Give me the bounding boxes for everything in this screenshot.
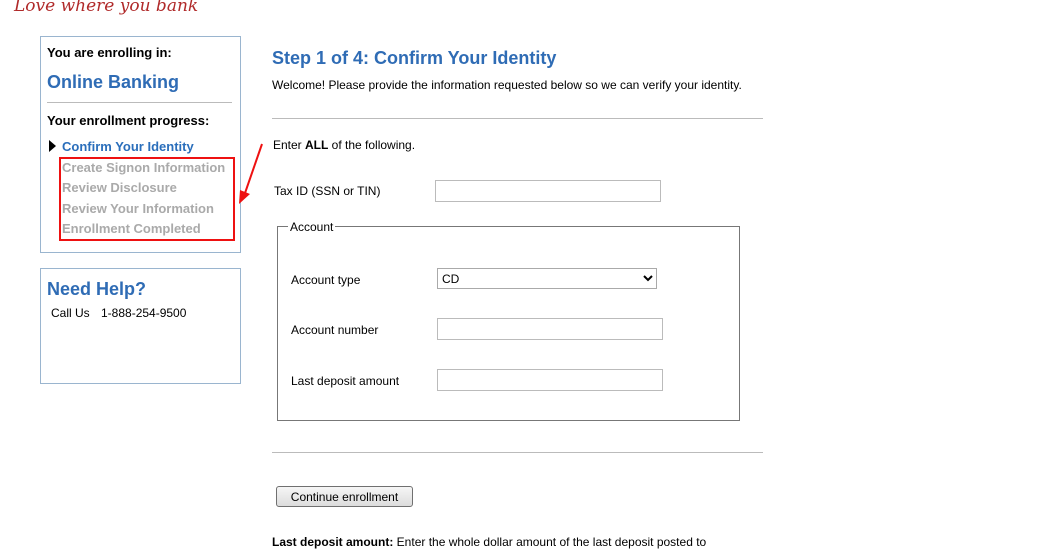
instruction-text: Enter ALL of the following.: [273, 138, 415, 152]
continue-enrollment-button[interactable]: Continue enrollment: [276, 486, 413, 507]
tax-id-label: Tax ID (SSN or TIN): [274, 184, 381, 198]
footnote-text: Enter the whole dollar amount of the las…: [393, 535, 707, 549]
divider: [272, 452, 763, 453]
intro-text: Welcome! Please provide the information …: [272, 78, 742, 92]
tax-id-input[interactable]: [435, 180, 661, 202]
footnote-bold: Last deposit amount:: [272, 535, 394, 549]
last-deposit-input[interactable]: [437, 369, 663, 391]
divider: [47, 102, 232, 103]
annotation-arrow-icon: [239, 143, 263, 204]
brand-slogan: Love where you bank: [14, 0, 199, 16]
step-confirm-identity: Confirm Your Identity: [62, 139, 194, 154]
account-legend: Account: [288, 220, 336, 234]
account-number-label: Account number: [291, 323, 379, 337]
help-title: Need Help?: [47, 279, 147, 299]
highlight-box: [59, 157, 235, 241]
account-number-input[interactable]: [437, 318, 663, 340]
current-step-arrow-icon: [49, 140, 56, 152]
divider: [272, 118, 763, 119]
instruction-prefix: Enter: [273, 138, 306, 152]
footnote: Last deposit amount: Enter the whole dol…: [272, 535, 706, 549]
call-label: Call Us: [51, 306, 90, 320]
account-type-select[interactable]: CD: [437, 268, 657, 289]
page-title: Step 1 of 4: Confirm Your Identity: [272, 48, 557, 68]
help-phone: 1-888-254-9500: [101, 306, 187, 320]
progress-label: Your enrollment progress:: [47, 113, 210, 128]
instruction-suffix: of the following.: [328, 138, 416, 152]
instruction-bold: ALL: [305, 138, 329, 152]
help-panel: Need Help? Call Us 1-888-254-9500: [40, 268, 241, 384]
enrolling-label: You are enrolling in:: [47, 45, 172, 60]
last-deposit-label: Last deposit amount: [291, 374, 400, 388]
account-type-label: Account type: [291, 273, 361, 287]
product-name: Online Banking: [47, 72, 180, 92]
